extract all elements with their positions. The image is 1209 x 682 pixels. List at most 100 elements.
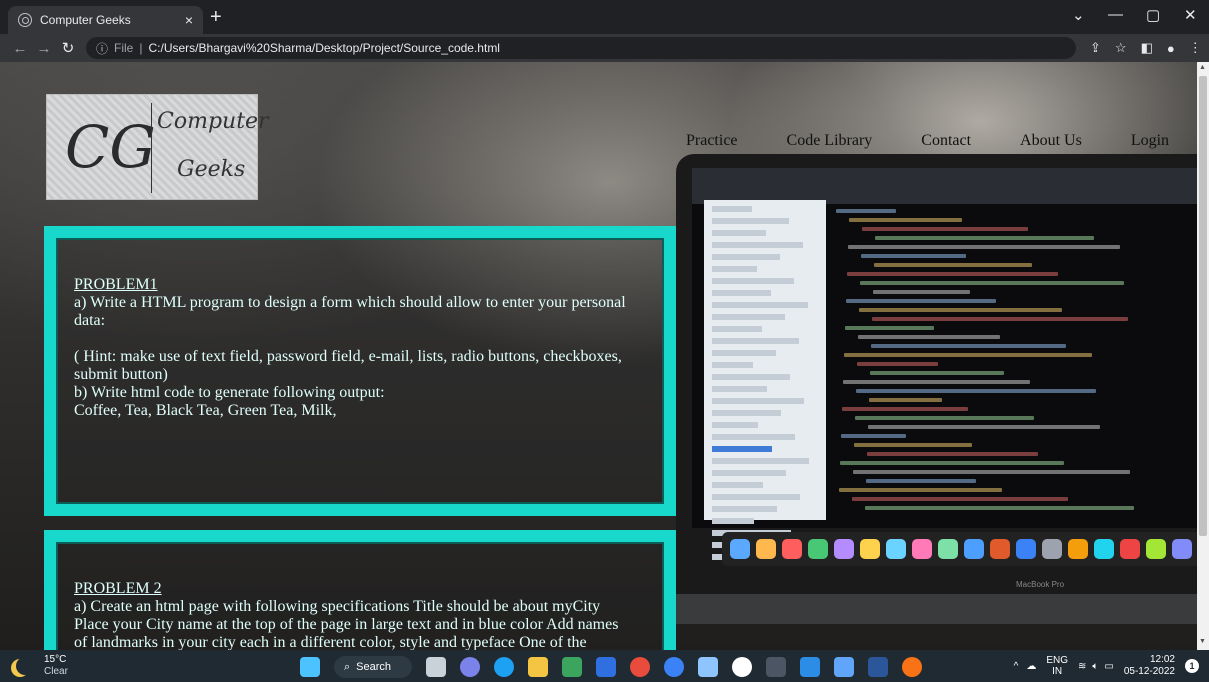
laptop-background-image: MacBook Pro [676, 154, 1197, 624]
chrome-profile-icon[interactable] [664, 657, 684, 677]
browser-tab-bar: Computer Geeks × + ⌄ — ▢ ✕ [0, 0, 1209, 34]
chrome-icon[interactable] [630, 657, 650, 677]
notification-badge[interactable]: 1 [1185, 659, 1199, 673]
laptop-sidebar-row [712, 482, 763, 488]
problem-2-title[interactable]: PROBLEM 2 [74, 580, 618, 598]
laptop-code-line [848, 245, 1120, 249]
laptop-code-line [868, 425, 1100, 429]
moon-icon [16, 657, 34, 675]
site-logo[interactable]: CG Computer Geeks [46, 94, 269, 200]
nav-contact[interactable]: Contact [921, 132, 971, 150]
volume-icon[interactable]: 🔈︎ [1092, 661, 1098, 672]
language-indicator[interactable]: ENG IN [1046, 655, 1068, 677]
problem-1-title[interactable]: PROBLEM1 [74, 276, 626, 294]
reload-icon[interactable]: ↻ [56, 39, 80, 57]
laptop-sidebar-row [712, 206, 752, 212]
dev-cpp-icon[interactable] [766, 657, 786, 677]
notepad-icon[interactable] [698, 657, 718, 677]
laptop-code-line [859, 308, 1062, 312]
laptop-code-line [865, 506, 1134, 510]
laptop-dock-icon [730, 539, 750, 559]
laptop-code-line [869, 398, 942, 402]
wifi-icon[interactable]: ≋ [1078, 661, 1086, 672]
minimize-button[interactable]: — [1108, 6, 1123, 23]
back-arrow-icon[interactable]: ← [8, 40, 32, 57]
laptop-sidebar-row [712, 326, 762, 332]
edge-browser-icon[interactable] [494, 657, 514, 677]
laptop-dock-icon [1016, 539, 1036, 559]
chat-icon[interactable] [460, 657, 480, 677]
profile-icon[interactable]: ● [1167, 41, 1175, 56]
file-explorer-icon[interactable] [528, 657, 548, 677]
weather-widget[interactable]: 15°C Clear [10, 654, 68, 678]
search-label: Search [356, 661, 392, 673]
tab-search-button[interactable]: ⌄ [1072, 6, 1085, 24]
clock-time: 12:02 [1149, 654, 1175, 665]
scroll-thumb[interactable] [1199, 76, 1207, 536]
side-panel-icon[interactable]: ◧ [1141, 40, 1153, 56]
forward-arrow-icon[interactable]: → [32, 40, 56, 57]
taskbar-search[interactable]: ⌕ Search [334, 656, 412, 678]
word-icon[interactable] [868, 657, 888, 677]
laptop-dock-icon [964, 539, 984, 559]
url-separator: | [139, 41, 143, 55]
nav-code-library[interactable]: Code Library [787, 132, 873, 150]
laptop-sidebar-row [712, 254, 780, 260]
media-player-icon[interactable] [732, 657, 752, 677]
laptop-dock-icon [808, 539, 828, 559]
system-tray: ^ ☁ ENG IN ≋ 🔈︎ ▭ 12:02 05-12-2022 1 [1014, 654, 1199, 678]
url-field[interactable]: ⓘ File | C:/Users/Bhargavi%20Sharma/Desk… [86, 37, 1076, 59]
notes-icon[interactable] [834, 657, 854, 677]
browser-tab[interactable]: Computer Geeks × [8, 6, 203, 34]
close-window-button[interactable]: ✕ [1184, 6, 1197, 24]
url-text: C:/Users/Bhargavi%20Sharma/Desktop/Proje… [148, 41, 500, 55]
laptop-code-line [841, 434, 906, 438]
laptop-code-line [867, 452, 1038, 456]
bookmark-star-icon[interactable]: ☆ [1115, 40, 1127, 56]
url-scheme: File [114, 41, 134, 55]
battery-icon[interactable]: ▭ [1104, 661, 1113, 672]
laptop-sidebar-row [712, 518, 754, 524]
laptop-sidebar-row [712, 290, 771, 296]
nav-practice[interactable]: Practice [686, 132, 738, 150]
clock[interactable]: 12:02 05-12-2022 [1124, 654, 1175, 678]
tray-app-icon[interactable]: ☁ [1026, 661, 1036, 672]
store-icon[interactable] [596, 657, 616, 677]
laptop-code-line [840, 461, 1064, 465]
info-icon[interactable]: ⓘ [96, 40, 108, 57]
laptop-code-line [875, 236, 1094, 240]
laptop-dock-icon [1172, 539, 1192, 559]
problem-box-2: PROBLEM 2 a) Create an html page with fo… [44, 530, 676, 650]
mail-icon[interactable] [562, 657, 582, 677]
maximize-button[interactable]: ▢ [1146, 6, 1160, 24]
laptop-sidebar-row [712, 398, 804, 404]
tab-close-button[interactable]: × [185, 12, 193, 28]
chrome-app-icon[interactable] [902, 657, 922, 677]
vscode-icon[interactable] [800, 657, 820, 677]
share-icon[interactable]: ⇪ [1090, 40, 1101, 56]
task-view-icon[interactable] [426, 657, 446, 677]
tray-overflow-icon[interactable]: ^ [1014, 661, 1019, 672]
problem-1-content: PROBLEM1 a) Write a HTML program to desi… [74, 276, 626, 420]
laptop-code-line [854, 443, 972, 447]
scroll-up-icon[interactable]: ▲ [1199, 64, 1206, 71]
laptop-dock-icon [1068, 539, 1088, 559]
laptop-dock-icon [834, 539, 854, 559]
laptop-dock-icon [938, 539, 958, 559]
laptop-sidebar-row [712, 386, 767, 392]
nav-login[interactable]: Login [1131, 132, 1169, 150]
laptop-dock-icon [886, 539, 906, 559]
windows-start-icon[interactable] [300, 657, 320, 677]
clock-date: 05-12-2022 [1123, 666, 1175, 677]
scroll-down-icon[interactable]: ▼ [1199, 638, 1206, 645]
lang-code: ENG [1046, 655, 1068, 666]
nav-about-us[interactable]: About Us [1020, 132, 1082, 150]
laptop-code-line [849, 218, 962, 222]
search-icon: ⌕ [344, 660, 351, 673]
new-tab-button[interactable]: + [210, 6, 222, 28]
page-scrollbar[interactable]: ▲ ▼ [1197, 62, 1209, 650]
laptop-dock-icon [1094, 539, 1114, 559]
menu-kebab-icon[interactable]: ⋮ [1189, 40, 1202, 56]
laptop-code-line [844, 353, 1092, 357]
laptop-sidebar-row [712, 374, 790, 380]
